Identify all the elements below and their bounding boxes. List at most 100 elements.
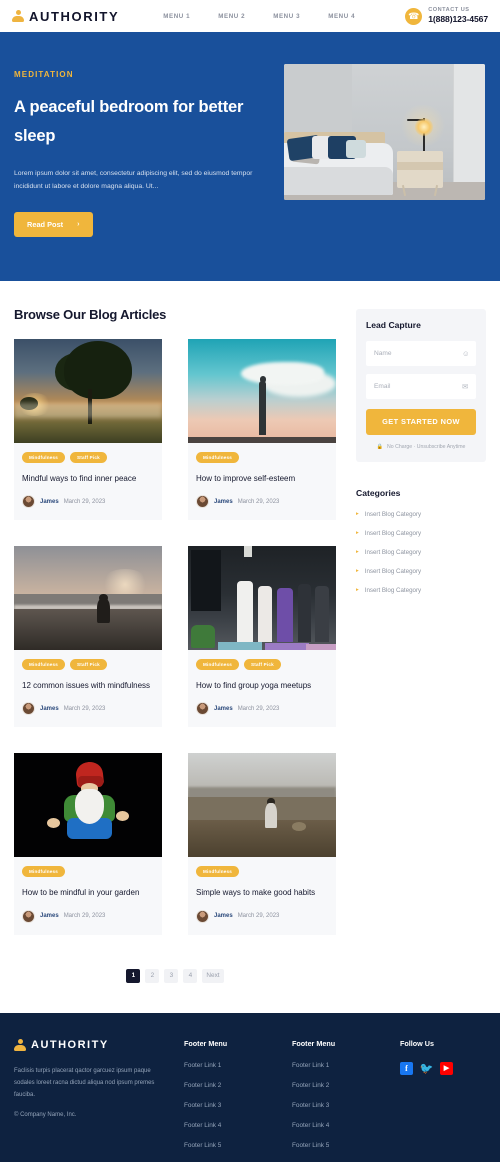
footer-link[interactable]: Footer Link 4 — [292, 1122, 378, 1129]
tag[interactable]: Staff Pick — [70, 659, 107, 671]
post-thumbnail[interactable] — [188, 546, 336, 651]
email-field-wrapper[interactable]: ✉ — [366, 373, 476, 399]
footer-link[interactable]: Footer Link 3 — [292, 1102, 378, 1109]
read-post-button[interactable]: Read Post › — [14, 211, 93, 237]
chevron-right-icon: ▸ — [356, 587, 359, 594]
chevron-right-icon: ▸ — [356, 568, 359, 575]
post-author[interactable]: James — [40, 706, 59, 712]
category-item[interactable]: ▸ Insert Blog Category — [356, 530, 486, 537]
category-label: Insert Blog Category — [364, 529, 422, 537]
category-item[interactable]: ▸ Insert Blog Category — [356, 568, 486, 575]
post-title[interactable]: 12 common issues with mindfulness — [22, 679, 154, 692]
blog-card[interactable]: Mindfulness Staff Pick How to find group… — [188, 546, 336, 728]
category-item[interactable]: ▸ Insert Blog Category — [356, 549, 486, 556]
chevron-right-icon: ▸ — [356, 511, 359, 518]
post-date: March 29, 2023 — [63, 498, 106, 505]
name-input[interactable] — [374, 349, 462, 357]
tag[interactable]: Mindfulness — [196, 866, 239, 878]
category-item[interactable]: ▸ Insert Blog Category — [356, 511, 486, 518]
category-label: Insert Blog Category — [364, 548, 422, 556]
blog-card[interactable]: Mindfulness How to improve self-esteem J… — [188, 338, 336, 521]
lock-icon: 🔒 — [376, 443, 384, 450]
tag[interactable]: Staff Pick — [70, 451, 107, 463]
post-author[interactable]: James — [214, 913, 233, 919]
post-title[interactable]: How to find group yoga meetups — [196, 679, 328, 692]
footer-link[interactable]: Footer Link 5 — [184, 1142, 270, 1149]
footer-link[interactable]: Footer Link 1 — [184, 1062, 270, 1069]
contact-us-block[interactable]: ☎ CONTACT US 1(888)123-4567 — [405, 7, 488, 25]
post-date: March 29, 2023 — [63, 705, 106, 712]
cta-note-text: No Charge · Unsubscribe Anytime — [387, 443, 466, 450]
post-author[interactable]: James — [214, 706, 233, 712]
tag[interactable]: Mindfulness — [22, 659, 65, 671]
phone-icon: ☎ — [405, 7, 423, 25]
main-content: Browse Our Blog Articles Mindfulness Sta… — [0, 280, 500, 1013]
social-links: f 🐦 ▶ — [400, 1061, 486, 1075]
footer-link[interactable]: Footer Link 5 — [292, 1142, 378, 1149]
footer-link[interactable]: Footer Link 1 — [292, 1062, 378, 1069]
name-field-wrapper[interactable]: ☺ — [366, 340, 476, 366]
post-meta: James March 29, 2023 — [22, 702, 154, 716]
brand-logo[interactable]: AUTHORITY — [12, 9, 119, 24]
footer-description: Faclisis turpis placerat qactor garcuez … — [14, 1067, 155, 1098]
page-button-next[interactable]: Next — [202, 968, 224, 983]
category-label: Insert Blog Category — [364, 567, 422, 575]
footer-link[interactable]: Footer Link 4 — [184, 1122, 270, 1129]
hero-text-column: MEDITATION A peaceful bedroom for better… — [14, 62, 272, 237]
blog-card[interactable]: Mindfulness How to be mindful in your ga… — [14, 753, 162, 935]
hero-description: Lorem ipsum dolor sit amet, consectetur … — [14, 169, 253, 191]
nav-item-menu-1[interactable]: MENU 1 — [163, 13, 190, 20]
tag[interactable]: Mindfulness — [22, 866, 65, 878]
footer-menu-column-2: Footer Menu Footer Link 1 Footer Link 2 … — [292, 1039, 378, 1162]
get-started-button[interactable]: GET STARTED NOW — [366, 408, 476, 435]
post-thumbnail[interactable] — [14, 338, 162, 443]
post-title[interactable]: How to be mindful in your garden — [22, 886, 154, 899]
nav-item-menu-2[interactable]: MENU 2 — [218, 13, 245, 20]
twitter-icon[interactable]: 🐦 — [420, 1062, 434, 1075]
page-button-4[interactable]: 4 — [183, 968, 198, 983]
footer-logo[interactable]: AUTHORITY — [14, 1038, 162, 1052]
post-date: March 29, 2023 — [237, 705, 280, 712]
post-author[interactable]: James — [214, 499, 233, 505]
youtube-icon[interactable]: ▶ — [440, 1061, 453, 1075]
post-author[interactable]: James — [40, 499, 59, 505]
tag[interactable]: Mindfulness — [196, 659, 239, 671]
contact-phone[interactable]: 1(888)123-4567 — [428, 14, 488, 25]
tag[interactable]: Mindfulness — [196, 451, 239, 463]
tag[interactable]: Mindfulness — [22, 451, 65, 463]
post-meta: James March 29, 2023 — [196, 909, 328, 923]
footer-link[interactable]: Footer Link 3 — [184, 1102, 270, 1109]
tag-list: Mindfulness — [196, 451, 328, 463]
category-item[interactable]: ▸ Insert Blog Category — [356, 587, 486, 594]
page-button-2[interactable]: 2 — [145, 968, 160, 983]
envelope-icon: ✉ — [462, 381, 469, 391]
post-thumbnail[interactable] — [14, 753, 162, 858]
post-thumbnail[interactable] — [188, 753, 336, 858]
nav-item-menu-4[interactable]: MENU 4 — [328, 13, 355, 20]
post-thumbnail[interactable] — [188, 338, 336, 443]
blog-card[interactable]: Mindfulness Staff Pick Mindful ways to f… — [14, 338, 162, 521]
post-thumbnail[interactable] — [14, 546, 162, 651]
post-title[interactable]: How to improve self-esteem — [196, 472, 328, 485]
post-title[interactable]: Mindful ways to find inner peace — [22, 472, 154, 485]
blog-card[interactable]: Mindfulness Staff Pick 12 common issues … — [14, 546, 162, 728]
nav-item-menu-3[interactable]: MENU 3 — [273, 13, 300, 20]
post-date: March 29, 2023 — [237, 913, 280, 919]
tag[interactable]: Staff Pick — [244, 659, 281, 671]
footer-link[interactable]: Footer Link 2 — [292, 1082, 378, 1089]
post-title[interactable]: Simple ways to make good habits — [196, 886, 328, 899]
categories-widget: Categories ▸ Insert Blog Category ▸ Inse… — [356, 488, 486, 594]
facebook-icon[interactable]: f — [400, 1061, 413, 1075]
page-button-3[interactable]: 3 — [164, 968, 179, 983]
post-author[interactable]: James — [40, 913, 59, 919]
pagination: 1 2 3 4 Next — [14, 935, 336, 1013]
email-input[interactable] — [374, 382, 462, 390]
cta-note: 🔒 No Charge · Unsubscribe Anytime — [366, 444, 476, 450]
sidebar: Lead Capture ☺ ✉ GET STARTED NOW 🔒 No Ch… — [356, 307, 486, 1013]
page-button-1[interactable]: 1 — [126, 968, 141, 983]
blog-card[interactable]: Mindfulness Simple ways to make good hab… — [188, 753, 336, 935]
footer-link[interactable]: Footer Link 2 — [184, 1082, 270, 1089]
main-nav: MENU 1 MENU 2 MENU 3 MENU 4 — [163, 13, 355, 20]
contact-text: CONTACT US 1(888)123-4567 — [428, 7, 488, 25]
brand-name: AUTHORITY — [29, 8, 120, 24]
